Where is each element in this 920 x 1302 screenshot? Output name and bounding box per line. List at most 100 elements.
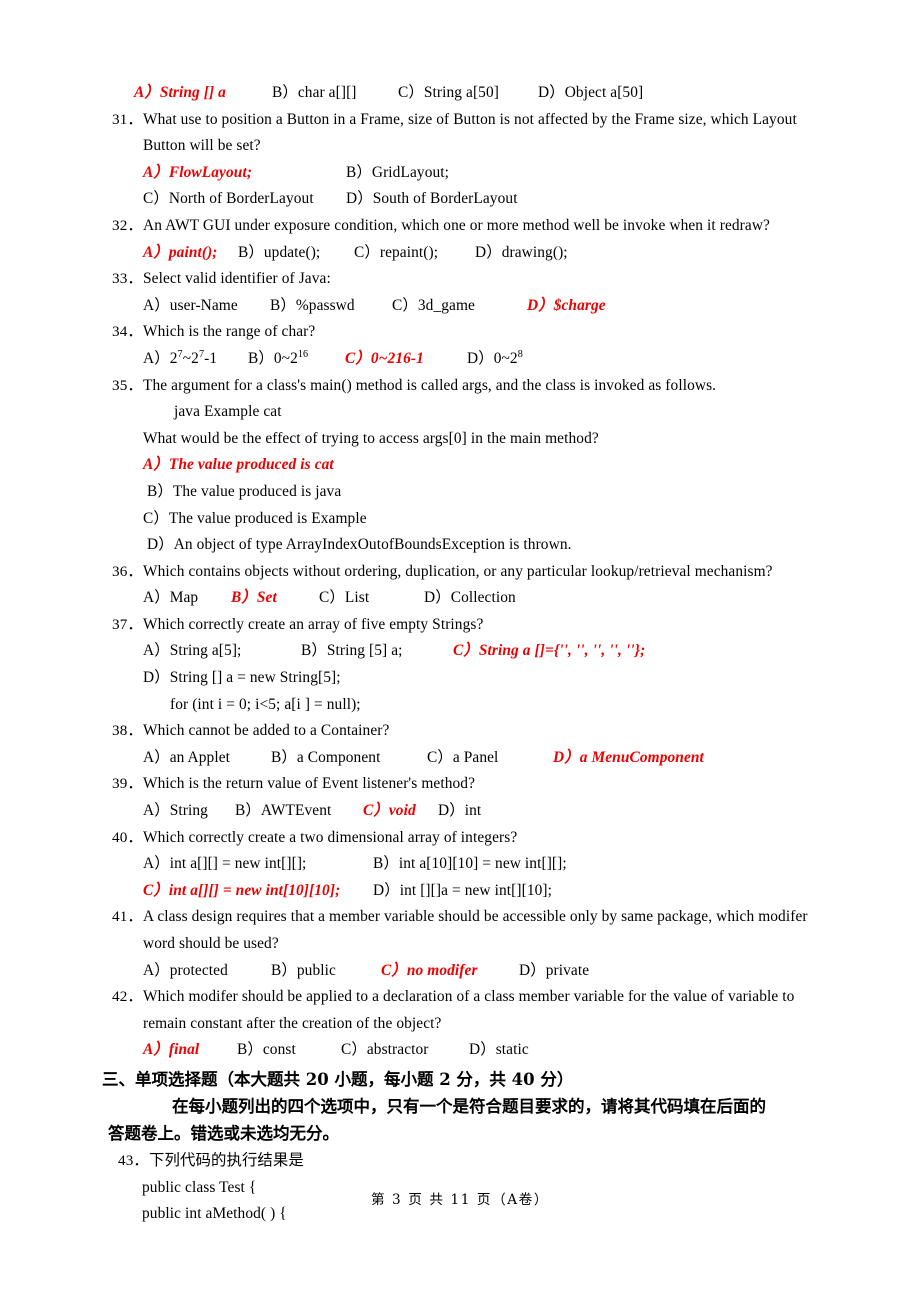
option-d[interactable]: D）a MenuComponent <box>553 745 704 772</box>
option-c[interactable]: C）The value produced is Example <box>143 506 367 533</box>
option-c[interactable]: C）North of BorderLayout <box>143 186 346 213</box>
option-a[interactable]: A）user-Name <box>143 293 270 320</box>
question-text: Which contains objects without ordering,… <box>143 562 773 580</box>
option-b[interactable]: B）GridLayout; <box>346 160 449 187</box>
exam-page: A）String [] a B）char a[][] C）String a[50] D… <box>0 0 920 1302</box>
option-b[interactable]: B）AWTEvent <box>235 798 363 825</box>
option-c[interactable]: C）a Panel <box>427 745 553 772</box>
option-a[interactable]: A）paint(); <box>143 240 238 267</box>
question-text: Select valid identifier of Java: <box>143 270 331 288</box>
option-row: A）String B）AWTEvent C）void D）int <box>112 798 872 825</box>
option-a[interactable]: A）FlowLayout; <box>143 160 346 187</box>
question-number: 40． <box>112 828 143 846</box>
question-text: Which correctly create an array of five … <box>143 615 484 633</box>
option-d[interactable]: D）String [] a = new String[5]; <box>143 665 341 692</box>
question-number: 37． <box>112 615 143 633</box>
option-a[interactable]: A）final <box>143 1037 237 1064</box>
option-a[interactable]: A）27~27-1 <box>143 346 248 373</box>
question-number: 42． <box>112 988 143 1006</box>
section-instruction-text: 答题卷上。错选或未选均无分。 <box>108 1123 339 1143</box>
option-b[interactable]: B）The value produced is java <box>147 479 341 506</box>
option-c[interactable]: C）0~216-1 <box>345 346 467 373</box>
question-number: 36． <box>112 562 143 580</box>
question-stem: 39．Which is the return value of Event li… <box>112 771 872 798</box>
option-c[interactable]: C）repaint(); <box>354 240 475 267</box>
section-instruction-line1: 在每小题列出的四个选项中，只有一个是符合题目要求的，请将其代码填在后面的 <box>112 1093 872 1120</box>
option-row: B）The value produced is java <box>112 479 872 506</box>
question-text-cont: remain constant after the creation of th… <box>143 1014 442 1032</box>
option-row: A）Map B）Set C）List D）Collection <box>112 585 872 612</box>
question-stem-cont: word should be used? <box>112 931 872 958</box>
option-c[interactable]: C）3d_game <box>392 293 527 320</box>
option-c[interactable]: C）void <box>363 798 438 825</box>
question-text: The argument for a class's main() method… <box>143 376 717 394</box>
option-row: A）an Applet B）a Component C）a Panel D）a Men… <box>112 745 872 772</box>
code-text: java Example cat <box>174 403 282 421</box>
option-d[interactable]: D）static <box>469 1037 529 1064</box>
question-number: 39． <box>112 775 143 793</box>
option-row: A）user-Name B）%passwd C）3d_game D）$charge <box>112 293 872 320</box>
option-a[interactable]: A）The value produced is cat <box>143 452 334 479</box>
option-d[interactable]: D）Object a[50] <box>538 80 643 107</box>
option-row: C）North of BorderLayout D）South of Border… <box>112 186 872 213</box>
option-d[interactable]: D）drawing(); <box>475 240 568 267</box>
option-a[interactable]: A）an Applet <box>143 745 271 772</box>
section-instruction-text: 在每小题列出的四个选项中，只有一个是符合题目要求的，请将其代码填在后面的 <box>172 1096 766 1116</box>
option-d[interactable]: D）$charge <box>527 293 606 320</box>
option-b[interactable]: B）%passwd <box>270 293 392 320</box>
option-row: A）protected B）public C）no modifer D）private <box>112 958 872 985</box>
option-row: A）The value produced is cat <box>112 452 872 479</box>
option-b[interactable]: B）update(); <box>238 240 354 267</box>
option-row: A）String a[5]; B）String [5] a; C）String a … <box>112 638 872 665</box>
question-number: 38． <box>112 722 143 740</box>
option-b[interactable]: B）a Component <box>271 745 427 772</box>
option-a[interactable]: A）String a[5]; <box>143 638 301 665</box>
option-b[interactable]: B）Set <box>231 585 319 612</box>
option-row: A）27~27-1 B）0~216 C）0~216-1 D）0~28 <box>112 346 872 373</box>
question-stem-cont: Button will be set? <box>112 133 872 160</box>
option-b[interactable]: B）String [5] a; <box>301 638 453 665</box>
option-b[interactable]: B）int a[10][10] = new int[][]; <box>373 851 567 878</box>
question-text-cont: word should be used? <box>143 935 279 952</box>
option-row: A）paint(); B）update(); C）repaint(); D）drawi… <box>112 240 872 267</box>
option-b[interactable]: B）char a[][] <box>272 80 398 107</box>
option-b[interactable]: B）0~216 <box>248 346 345 373</box>
option-d[interactable]: D）South of BorderLayout <box>346 186 518 213</box>
option-b[interactable]: B）const <box>237 1037 341 1064</box>
option-c[interactable]: C）no modifer <box>381 958 519 985</box>
option-row: A）int a[][] = new int[][]; B）int a[10][10… <box>112 851 872 878</box>
option-c[interactable]: C）int a[][] = new int[10][10]; <box>143 878 373 905</box>
question-stem: 32．An AWT GUI under exposure condition, … <box>112 213 872 240</box>
question-text: A class design requires that a member va… <box>143 908 808 926</box>
option-a[interactable]: A）String [] a <box>134 80 272 107</box>
option-a[interactable]: A）Map <box>143 585 231 612</box>
option-d[interactable]: D）int <box>438 798 481 825</box>
question-stem-cont: What would be the effect of trying to ac… <box>112 426 872 453</box>
option-d[interactable]: D）int [][]a = new int[][10]; <box>373 878 552 905</box>
code-line: java Example cat <box>112 399 872 426</box>
option-row: D）An object of type ArrayIndexOutofBound… <box>112 532 872 559</box>
option-c[interactable]: C）abstractor <box>341 1037 469 1064</box>
option-d[interactable]: D）Collection <box>424 585 516 612</box>
option-b[interactable]: B）public <box>271 958 381 985</box>
carryover-options-row: A）String [] a B）char a[][] C）String a[50] D… <box>112 80 872 107</box>
option-row: C）int a[][] = new int[10][10]; D）int [][]… <box>112 878 872 905</box>
question-stem: 33．Select valid identifier of Java: <box>112 266 872 293</box>
option-c[interactable]: C）String a[50] <box>398 80 538 107</box>
option-d[interactable]: D）0~28 <box>467 346 523 373</box>
option-d[interactable]: D）private <box>519 958 589 985</box>
option-a[interactable]: A）protected <box>143 958 271 985</box>
option-c[interactable]: C）List <box>319 585 424 612</box>
question-stem: 36．Which contains objects without orderi… <box>112 559 872 586</box>
option-a[interactable]: A）String <box>143 798 235 825</box>
question-text: An AWT GUI under exposure condition, whi… <box>143 216 770 234</box>
section-instruction-line2: 答题卷上。错选或未选均无分。 <box>108 1120 868 1147</box>
question-number: 43． <box>118 1151 149 1169</box>
question-stem: 43．下列代码的执行结果是 <box>112 1147 872 1175</box>
question-stem: 38．Which cannot be added to a Container? <box>112 718 872 745</box>
question-number: 34． <box>112 323 143 341</box>
question-text: Which is the return value of Event liste… <box>143 775 476 793</box>
option-d[interactable]: D）An object of type ArrayIndexOutofBound… <box>147 532 572 559</box>
option-a[interactable]: A）int a[][] = new int[][]; <box>143 851 373 878</box>
option-c[interactable]: C）String a []={'', '', '', '', ''}; <box>453 638 645 665</box>
